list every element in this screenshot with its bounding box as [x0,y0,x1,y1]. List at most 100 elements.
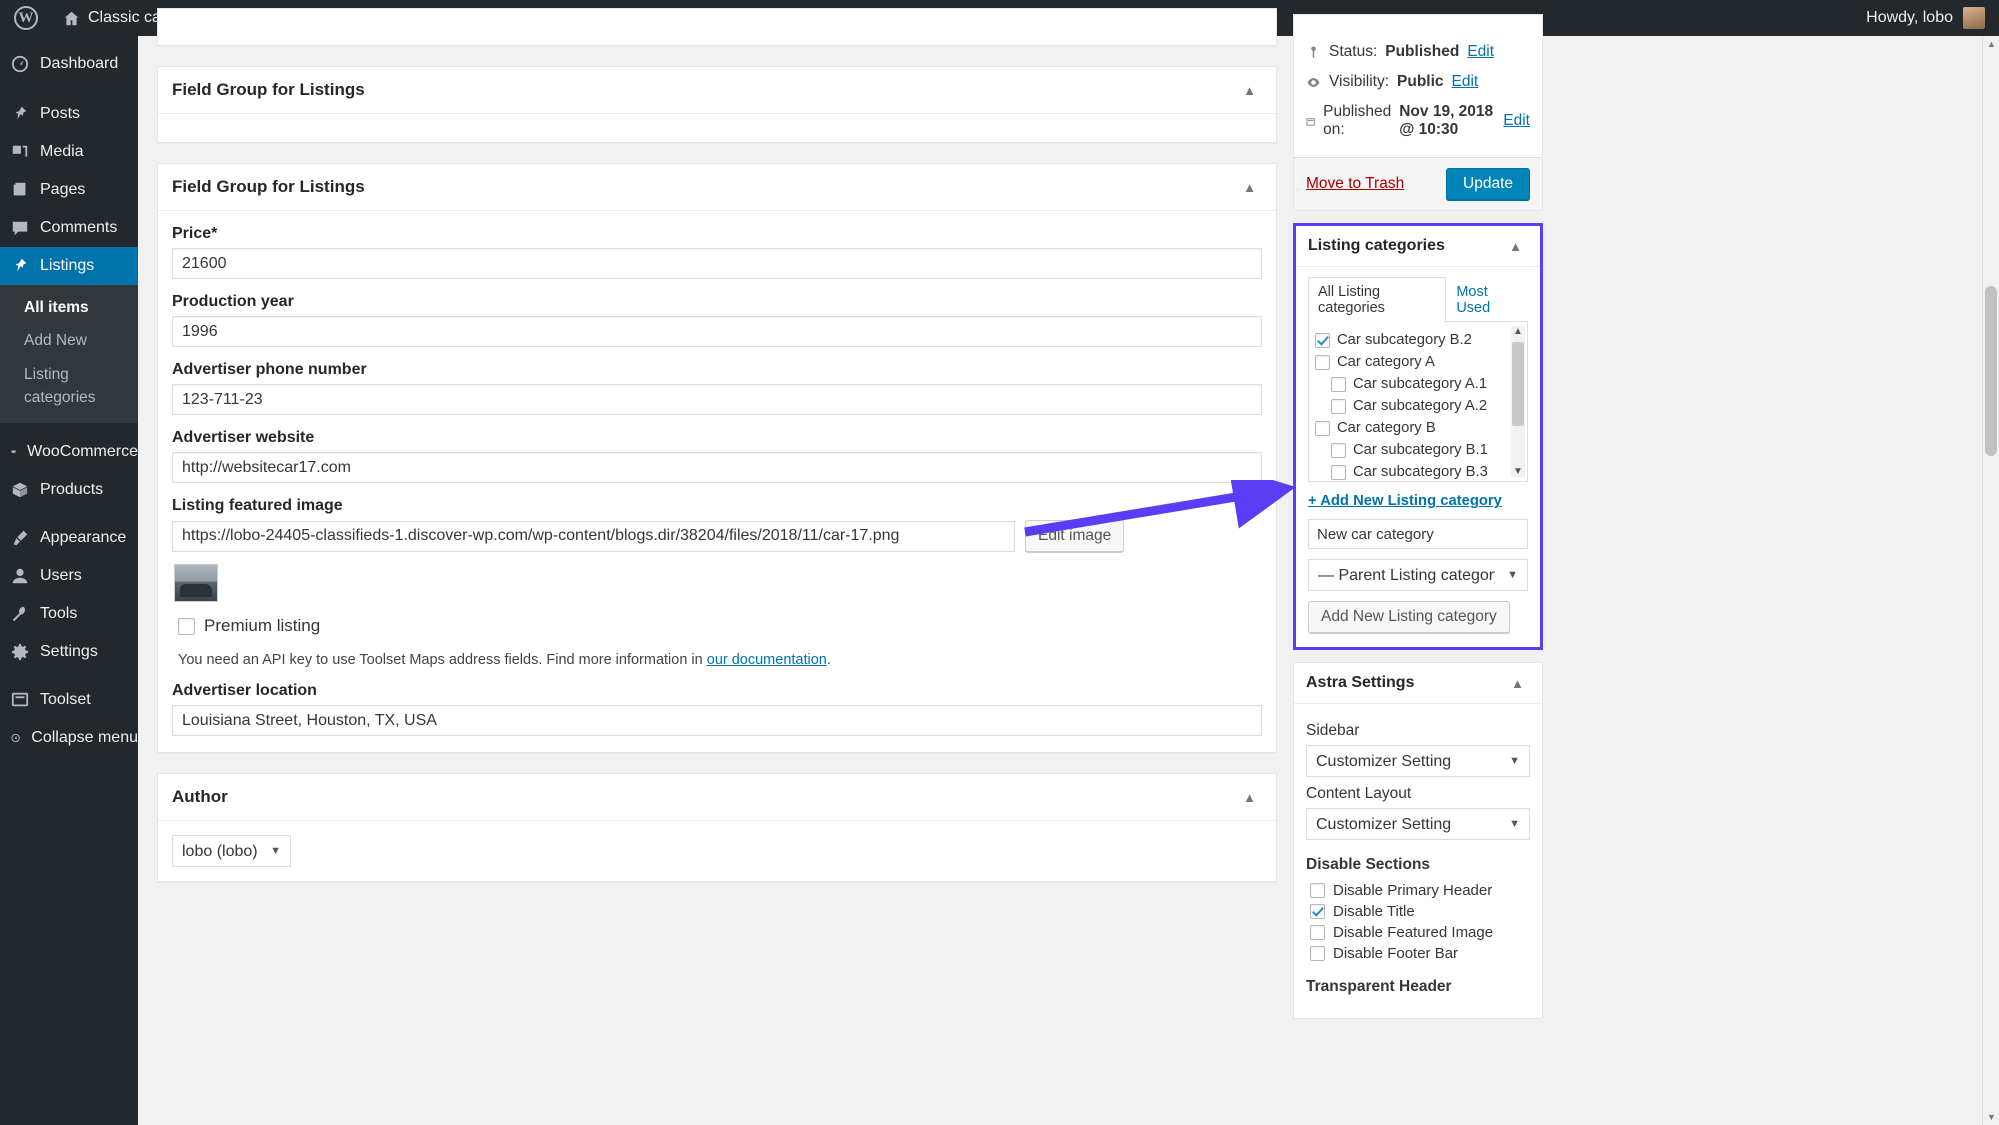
sidebar-item-settings[interactable]: Settings [0,633,138,671]
astra-sidebar-select[interactable]: Customizer Setting [1306,745,1530,777]
documentation-link[interactable]: our documentation [707,652,827,668]
category-checkbox[interactable] [1331,398,1346,414]
sidebar-item-listing-categories[interactable]: Listing categories [0,358,138,415]
production-year-input[interactable] [172,316,1262,347]
chevron-up-icon[interactable]: ▲ [1505,676,1530,691]
category-checkbox[interactable] [1331,464,1346,480]
move-to-trash-link[interactable]: Move to Trash [1306,175,1404,193]
transparent-header-title: Transparent Header [1306,978,1452,995]
sidebar-item-users[interactable]: Users [0,557,138,595]
sidebar-label: Dashboard [40,55,119,72]
disable-primary-header-checkbox[interactable] [1310,883,1325,898]
postbox-header[interactable]: Author ▲ [158,774,1276,821]
premium-listing-checkbox[interactable] [178,617,195,635]
sidebar-item-woocommerce[interactable]: WooCommerce [0,433,138,471]
sidebar-label: Media [40,143,84,160]
category-label: Car subcategory A.2 [1353,398,1488,414]
chevron-up-icon[interactable]: ▲ [1237,790,1262,805]
parent-category-select[interactable]: — Parent Listing category — [1308,559,1528,591]
disable-primary-header-row[interactable]: Disable Primary Header [1310,882,1530,899]
tab-all-listing-categories[interactable]: All Listing categories [1308,277,1447,322]
category-item[interactable]: Car subcategory A.1 [1315,373,1523,395]
category-checklist[interactable]: Car subcategory B.2 Car category A Car s… [1308,322,1528,482]
location-input[interactable] [172,705,1262,736]
scroll-up-icon[interactable]: ▲ [1513,326,1523,337]
sidebar-item-tools[interactable]: Tools [0,595,138,633]
chevron-up-icon[interactable]: ▲ [1503,239,1528,254]
category-item[interactable]: Car category B [1315,417,1523,439]
disable-footer-bar-row[interactable]: Disable Footer Bar [1310,945,1530,962]
featured-image-thumbnail[interactable] [174,564,218,602]
sidebar-item-dashboard[interactable]: Dashboard [0,45,138,83]
status-edit-link[interactable]: Edit [1467,43,1494,61]
visibility-edit-link[interactable]: Edit [1452,73,1479,91]
featured-image-input[interactable] [172,520,1015,552]
phone-input[interactable] [172,384,1262,415]
author-select[interactable]: lobo (lobo) [172,835,291,867]
disable-footer-bar-label: Disable Footer Bar [1333,945,1459,962]
astra-settings-header[interactable]: Astra Settings ▲ [1294,663,1542,704]
main-column: Field Group for Listings ▲ Field Group f… [157,8,1277,902]
scroll-down-icon[interactable]: ▼ [1987,1112,1996,1122]
category-checkbox[interactable] [1315,420,1330,436]
disable-featured-image-row[interactable]: Disable Featured Image [1310,924,1530,941]
astra-content-layout-select[interactable]: Customizer Setting [1306,808,1530,840]
postbox-header[interactable]: Field Group for Listings ▲ [158,67,1276,114]
disable-featured-image-checkbox[interactable] [1310,925,1325,940]
sidebar-item-listings[interactable]: Listings [0,247,138,285]
category-checkbox[interactable] [1331,442,1346,458]
sidebar-item-collapse-menu[interactable]: Collapse menu [0,719,138,757]
category-item[interactable]: Car subcategory A.2 [1315,395,1523,417]
chevron-up-icon[interactable]: ▲ [1237,180,1262,195]
scrollbar-thumb[interactable] [1512,342,1524,426]
sidebar-item-products[interactable]: Products [0,471,138,509]
category-list-scrollbar[interactable]: ▲ ▼ [1511,326,1525,477]
field-advertiser-website: Advertiser website [172,429,1262,483]
category-item[interactable]: Car subcategory B.1 [1315,439,1523,461]
category-item[interactable]: Car subcategory B.3 [1315,461,1523,481]
howdy-label[interactable]: Howdy, lobo [1866,9,1953,27]
category-item[interactable]: Car category A [1315,351,1523,373]
category-checkbox[interactable] [1315,354,1330,370]
category-checkbox[interactable] [1315,332,1330,348]
page-scrollbar-thumb[interactable] [1985,286,1997,456]
sidebar-item-add-new[interactable]: Add New [0,324,138,357]
add-new-listing-category-button[interactable]: Add New Listing category [1308,601,1510,633]
published-edit-link[interactable]: Edit [1503,112,1530,130]
wordpress-logo-button[interactable]: W [0,0,50,36]
new-category-name-input[interactable] [1308,519,1528,549]
edit-image-button[interactable]: Edit image [1025,520,1125,552]
api-note-after: . [826,652,831,668]
update-button[interactable]: Update [1446,168,1530,200]
parent-category-select-wrapper: — Parent Listing category — ▼ [1308,559,1528,591]
sidebar-item-pages[interactable]: Pages [0,171,138,209]
tab-most-used[interactable]: Most Used [1446,277,1528,322]
add-new-listing-category-link[interactable]: + Add New Listing category [1308,493,1528,509]
scroll-up-icon[interactable]: ▲ [1987,39,1996,49]
sidebar-item-posts[interactable]: Posts [0,95,138,133]
category-checkbox[interactable] [1331,376,1346,392]
disable-title-checkbox[interactable] [1310,904,1325,919]
disable-title-row[interactable]: Disable Title [1310,903,1530,920]
sidebar-item-all-items[interactable]: All items [0,291,138,324]
website-input[interactable] [172,452,1262,483]
category-label: Car subcategory B.3 [1353,464,1488,480]
status-row: Status: Published Edit [1306,37,1530,67]
price-input[interactable] [172,248,1262,279]
sidebar-item-toolset[interactable]: Toolset [0,681,138,719]
disable-footer-bar-checkbox[interactable] [1310,946,1325,961]
published-value: Nov 19, 2018 @ 10:30 [1399,103,1494,138]
sidebar-item-media[interactable]: Media [0,133,138,171]
scroll-down-icon[interactable]: ▼ [1513,466,1523,477]
chevron-up-icon[interactable]: ▲ [1237,83,1262,98]
avatar[interactable] [1963,7,1985,29]
sidebar-item-appearance[interactable]: Appearance [0,519,138,557]
postbox-header[interactable]: Field Group for Listings ▲ [158,164,1276,211]
wrench-icon [12,606,25,622]
sidebar-item-comments[interactable]: Comments [0,209,138,247]
page-scrollbar[interactable]: ▲ ▼ [1982,36,1999,1125]
field-premium-listing[interactable]: Premium listing [178,616,1262,636]
sidebar-label: Listings [40,257,95,274]
listing-categories-header[interactable]: Listing categories ▲ [1296,226,1540,267]
category-item[interactable]: Car subcategory B.2 [1315,329,1523,351]
